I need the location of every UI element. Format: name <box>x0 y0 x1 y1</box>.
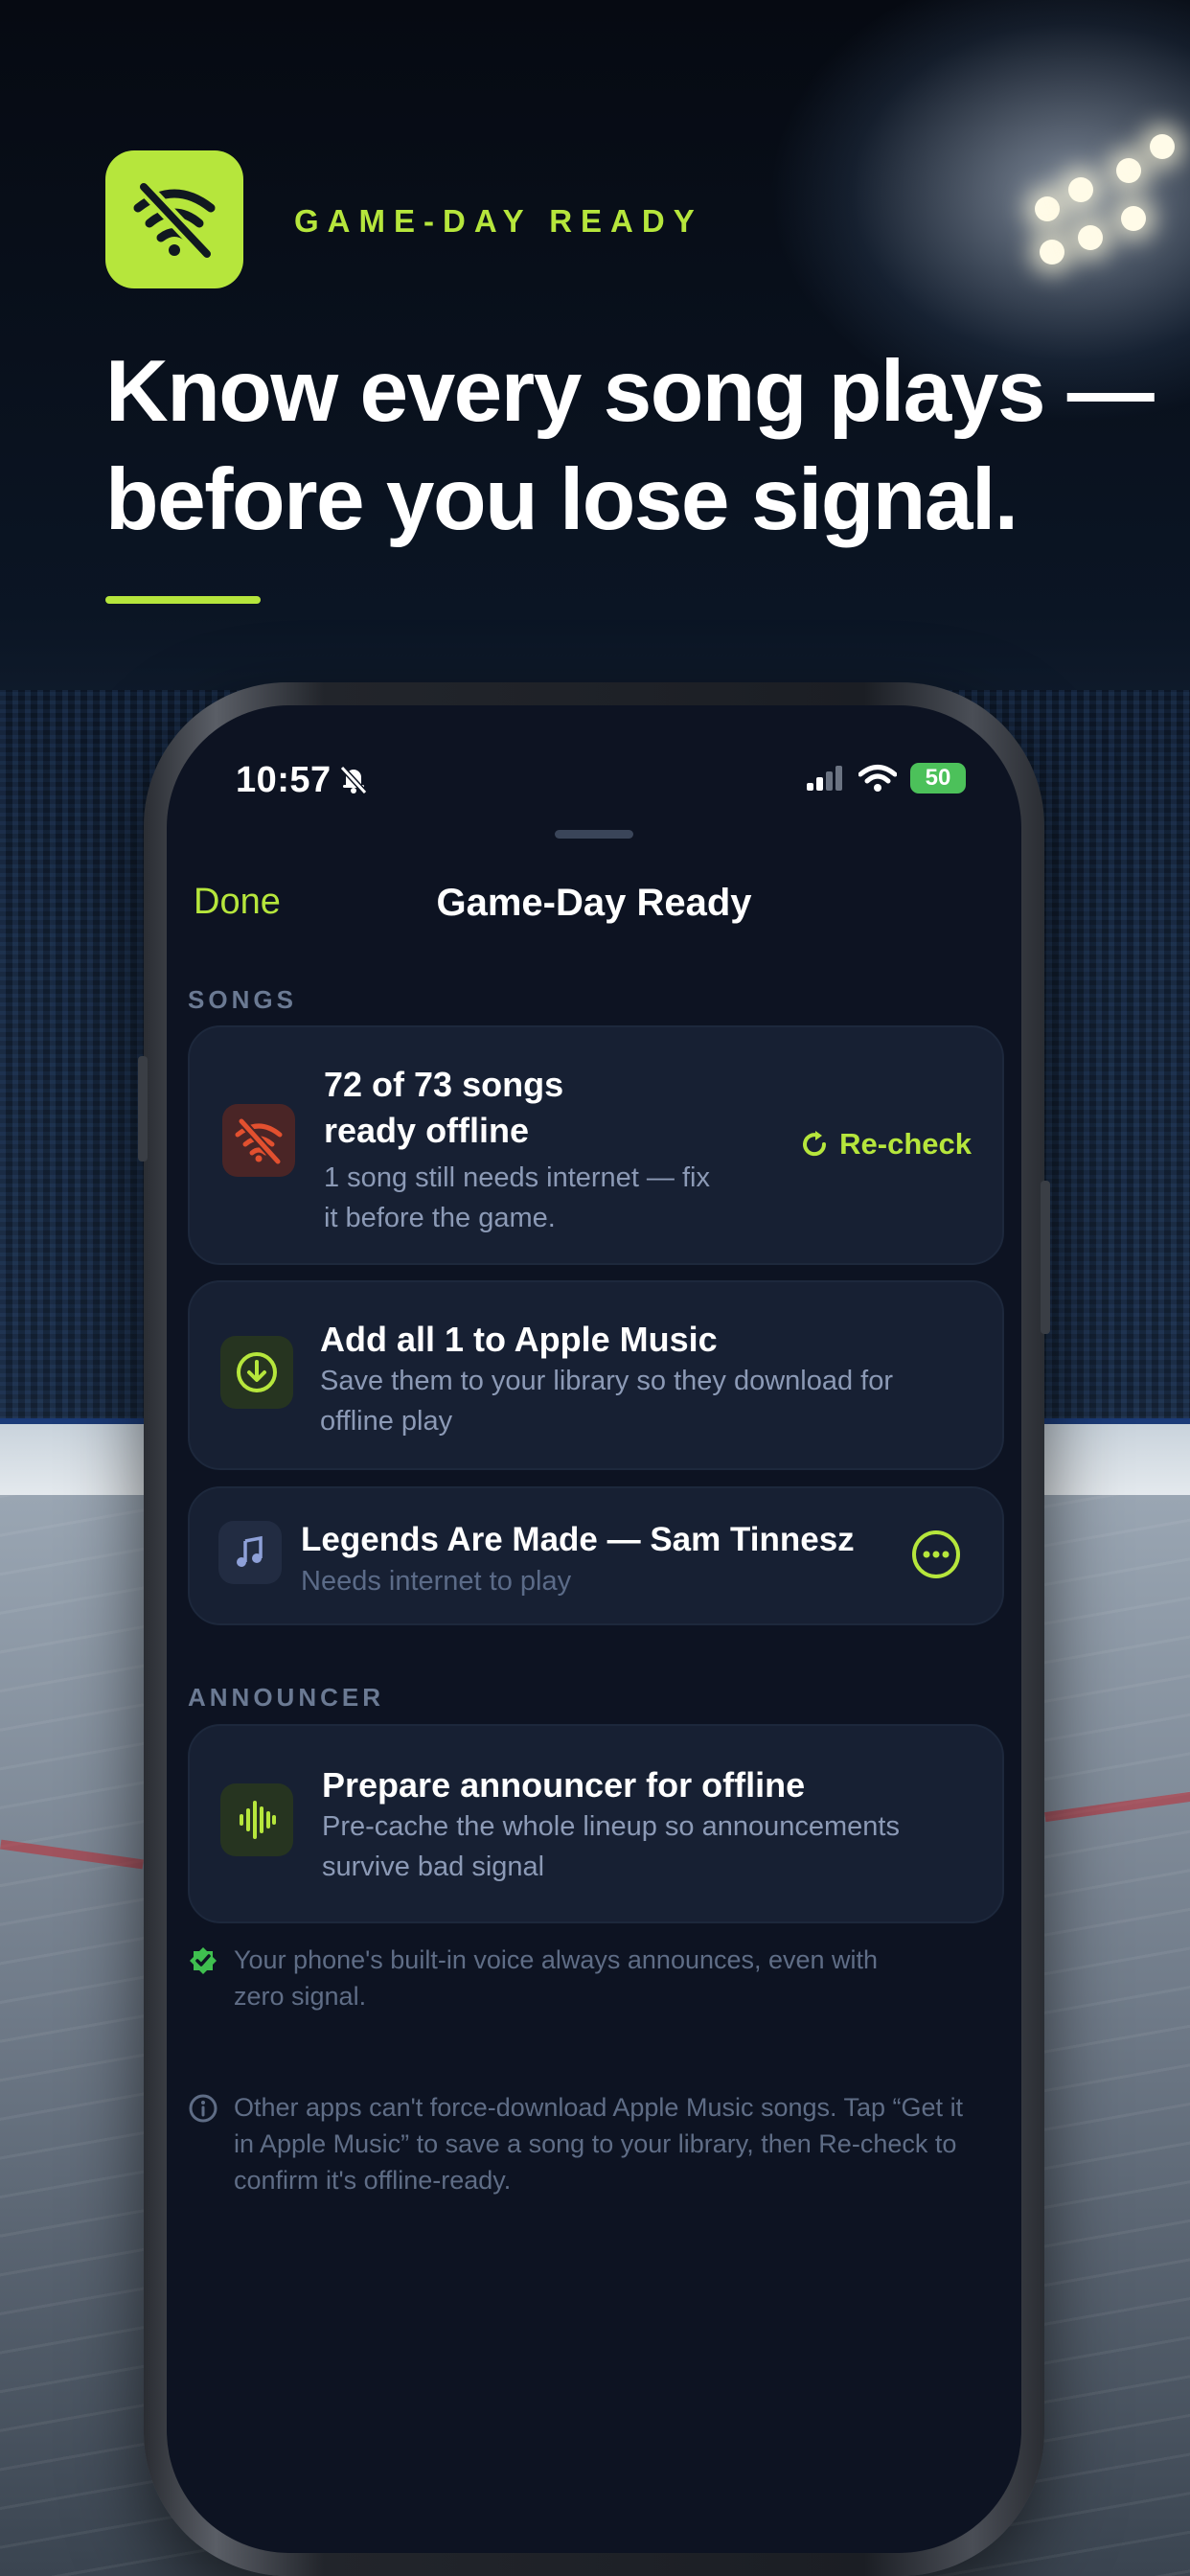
ellipsis-circle-icon[interactable] <box>908 1527 964 1582</box>
section-label-announcer: ANNOUNCER <box>188 1683 384 1712</box>
battery-level: 50 <box>925 765 951 791</box>
recheck-label: Re-check <box>839 1127 972 1161</box>
voice-note: Your phone's built-in voice always annou… <box>188 1942 916 2014</box>
info-circle-icon <box>189 2094 217 2123</box>
status-indicators: 50 <box>805 763 966 794</box>
phone-side-button <box>1041 1181 1050 1334</box>
headline: Know every song plays — before you lose … <box>105 337 1159 554</box>
wifi-off-icon <box>235 1116 283 1165</box>
summary-title-line: 72 of 73 songs <box>324 1065 564 1104</box>
announcer-card-subtitle: Pre-cache the whole lineup so announceme… <box>322 1811 900 1882</box>
offline-summary-card: 72 of 73 songs ready offline 1 song stil… <box>188 1025 1004 1265</box>
add-card-subtitle: Save them to your library so they downlo… <box>320 1366 894 1437</box>
signal-icon <box>807 766 842 791</box>
song-row[interactable]: Legends Are Made — Sam Tinnesz Needs int… <box>188 1486 1004 1625</box>
song-title: Legends Are Made — Sam Tinnesz <box>301 1521 855 1558</box>
status-time: 10:57 <box>236 760 332 800</box>
recheck-button[interactable]: Re-check <box>799 1127 972 1162</box>
done-button[interactable]: Done <box>194 882 281 923</box>
bell-slash-icon <box>339 765 368 795</box>
summary-icon-box <box>222 1104 295 1177</box>
tagline: GAME-DAY READY <box>294 203 703 239</box>
phone-side-button <box>138 1056 148 1162</box>
waveform-icon <box>240 1801 276 1839</box>
announcer-card-title: Prepare announcer for offline <box>322 1765 806 1805</box>
summary-title: 72 of 73 songs ready offline <box>324 1062 563 1154</box>
refresh-icon <box>803 1131 827 1157</box>
music-note-icon <box>237 1535 263 1567</box>
voice-note-text: Your phone's built-in voice always annou… <box>234 1945 879 2011</box>
add-card-title: Add all 1 to Apple Music <box>320 1320 718 1359</box>
wifi-icon <box>858 765 897 792</box>
battery-indicator: 50 <box>910 763 966 794</box>
summary-title-line: ready offline <box>324 1111 530 1150</box>
headline-line: Know every song plays — <box>105 343 1155 440</box>
phone-screen: 10:57 50 Game-Day Ready Done SONGS 72 of… <box>167 705 1021 2553</box>
summary-subtitle: 1 song still needs internet — fix it bef… <box>324 1162 710 1233</box>
app-icon <box>105 150 243 288</box>
announcer-icon-box <box>220 1783 293 1856</box>
song-icon-box <box>218 1521 282 1584</box>
song-subtitle: Needs internet to play <box>301 1566 572 1597</box>
section-label-songs: SONGS <box>188 985 297 1014</box>
sheet-title: Game-Day Ready <box>436 882 752 924</box>
wifi-off-icon <box>133 179 216 262</box>
phone-frame: 10:57 50 Game-Day Ready Done SONGS 72 of… <box>138 682 1050 2576</box>
info-note-text: Other apps can't force-download Apple Mu… <box>234 2093 964 2195</box>
sheet-grabber[interactable] <box>555 830 633 839</box>
headline-line: before you lose signal. <box>105 451 1018 548</box>
accent-underline <box>105 596 261 604</box>
checkmark-seal-icon <box>190 1947 217 1974</box>
download-circle-icon <box>237 1352 277 1392</box>
prepare-announcer-card[interactable]: Prepare announcer for offline Pre-cache … <box>188 1724 1004 1923</box>
info-note: Other apps can't force-download Apple Mu… <box>188 2089 973 2198</box>
add-icon-box <box>220 1336 293 1409</box>
add-to-apple-music-card[interactable]: Add all 1 to Apple Music Save them to yo… <box>188 1280 1004 1470</box>
